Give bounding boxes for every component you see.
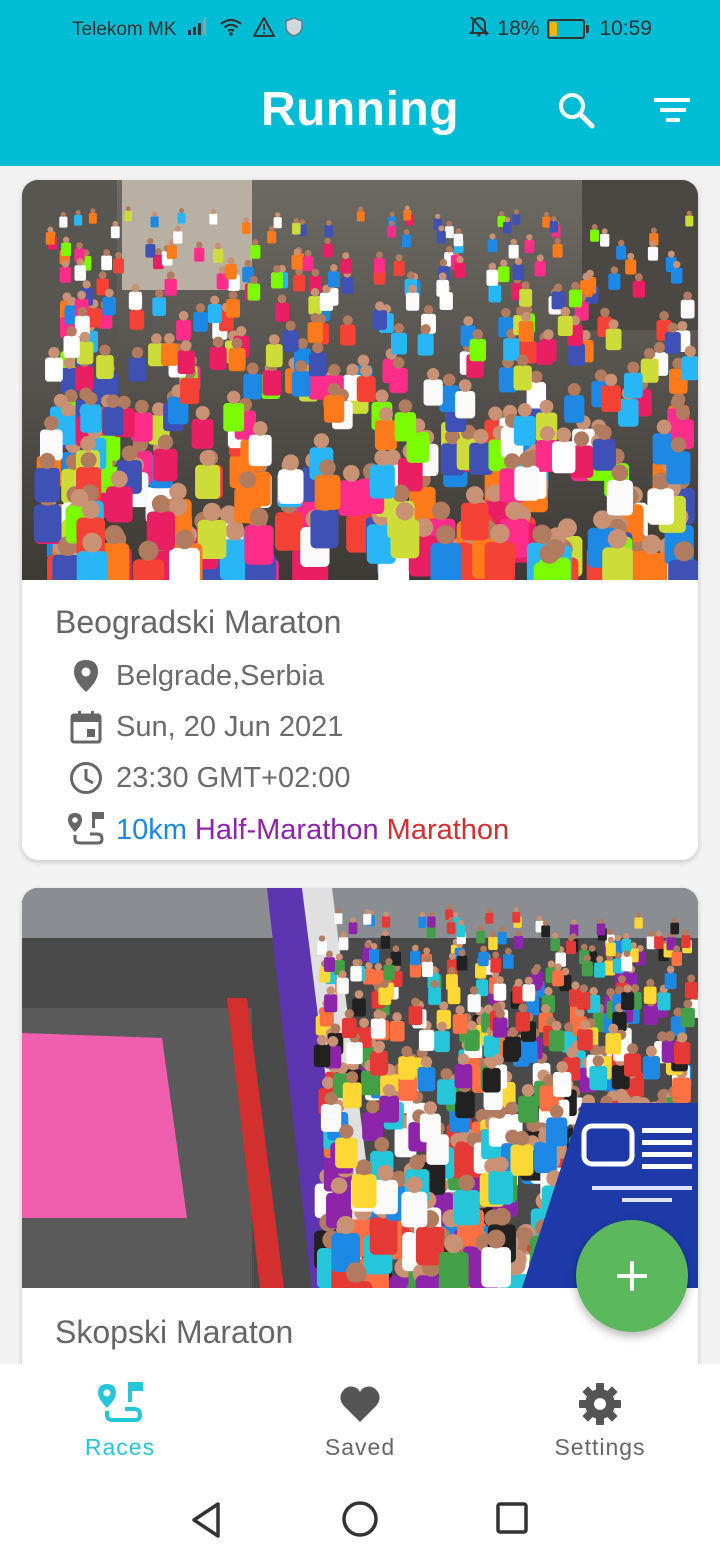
race-photo (22, 180, 698, 580)
race-title: Beogradski Maraton (55, 604, 342, 640)
date-text: Sun, 20 Jun 2021 (116, 710, 344, 743)
nav-races-label: Races (84, 1434, 156, 1460)
race-card[interactable]: Beogradski Maraton Belgrade,Serbia Sun, … (22, 180, 698, 860)
gear-icon (579, 1383, 621, 1425)
race-distances: 10km Half-Marathon Marathon (66, 810, 509, 850)
wifi-icon (219, 18, 243, 42)
bottom-navigation: Races Saved Settings (0, 1364, 720, 1480)
time-text: 23:30 GMT+02:00 (116, 761, 351, 794)
nav-settings[interactable]: Settings (480, 1364, 720, 1480)
distance-marathon: Marathon (386, 813, 510, 846)
location-pin-icon (66, 656, 106, 696)
carrier-name: Telekom MK (72, 19, 177, 40)
warning-icon (251, 15, 276, 43)
nav-settings-label: Settings (554, 1434, 646, 1460)
heart-icon (340, 1386, 380, 1422)
race-date: Sun, 20 Jun 2021 (66, 707, 343, 747)
race-time: 23:30 GMT+02:00 (66, 758, 351, 798)
shield-icon (284, 17, 303, 43)
filter-button[interactable] (650, 88, 694, 132)
race-title: Skopski Maraton (55, 1314, 294, 1350)
page-title: Running (260, 83, 460, 136)
plus-icon (617, 1261, 647, 1291)
race-location: Belgrade,Serbia (66, 656, 324, 696)
nav-saved[interactable]: Saved (240, 1364, 480, 1480)
race-card[interactable]: Skopski Maraton (22, 888, 698, 1408)
filter-icon (654, 98, 690, 122)
status-left: Telekom MK (72, 15, 303, 43)
app-header: Telekom MK 18% 10:59 Running (0, 0, 720, 166)
race-photo (22, 888, 698, 1288)
bell-off-icon (468, 15, 490, 43)
battery-icon (547, 19, 590, 39)
calendar-icon (66, 707, 106, 747)
route-icon (66, 810, 106, 850)
nav-races[interactable]: Races (0, 1364, 240, 1480)
battery-percent: 18% (497, 17, 540, 40)
status-bar: Telekom MK 18% 10:59 (0, 0, 720, 56)
battery-level (550, 22, 557, 36)
search-button[interactable] (554, 88, 598, 132)
distance-half-marathon: Half-Marathon (194, 813, 379, 846)
search-icon (559, 93, 595, 129)
nav-saved-label: Saved (324, 1434, 396, 1460)
recents-icon[interactable] (495, 1501, 529, 1535)
status-right: 18% 10:59 (468, 15, 652, 43)
races-icon (98, 1382, 143, 1422)
signal-icon (187, 18, 209, 42)
system-navigation-bar (0, 1480, 720, 1560)
home-icon[interactable] (341, 1500, 379, 1538)
back-icon[interactable] (188, 1500, 224, 1540)
add-race-button[interactable] (576, 1220, 688, 1332)
clock: 10:59 (599, 17, 652, 40)
clock-icon (66, 758, 106, 798)
location-text: Belgrade,Serbia (116, 659, 324, 692)
distance-10km: 10km (116, 813, 187, 846)
